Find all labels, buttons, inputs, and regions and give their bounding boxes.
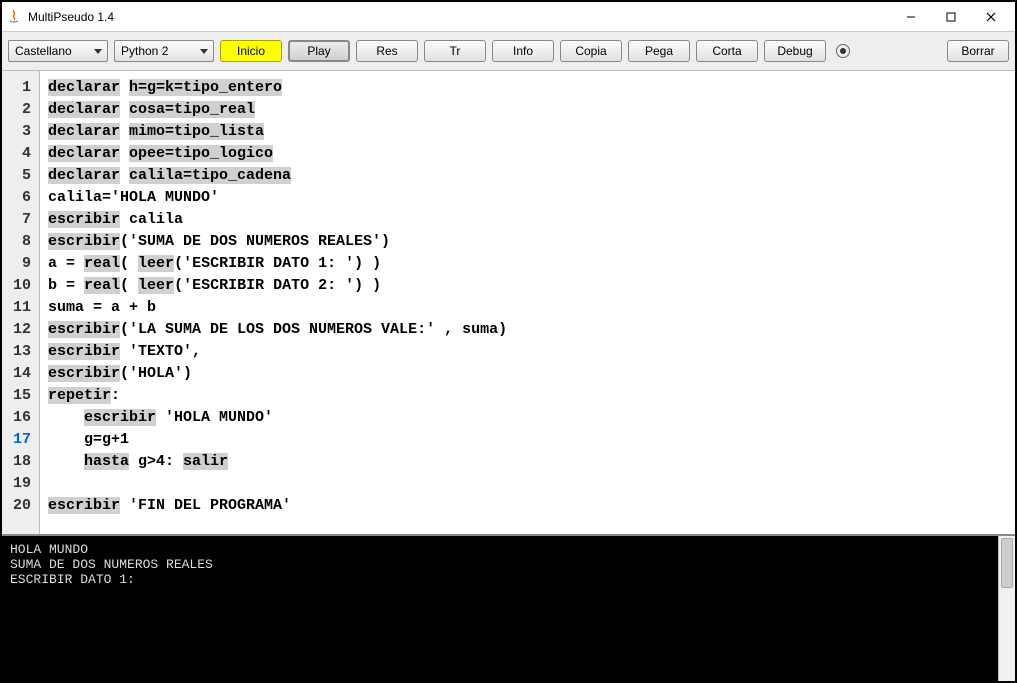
code-line[interactable]: declarar opee=tipo_logico [48,143,1007,165]
line-number: 18 [2,451,39,473]
code-line[interactable]: declarar calila=tipo_cadena [48,165,1007,187]
tr-button[interactable]: Tr [424,40,486,62]
python-dropdown[interactable]: Python 2 [114,40,214,62]
java-icon [6,9,22,25]
code-area[interactable]: declarar h=g=k=tipo_enterodeclarar cosa=… [40,71,1015,534]
line-number: 17 [2,429,39,451]
radio-indicator[interactable] [836,44,850,58]
window-title: MultiPseudo 1.4 [28,10,891,24]
minimize-button[interactable] [891,4,931,30]
code-line[interactable]: escribir 'FIN DEL PROGRAMA' [48,495,1007,517]
line-number: 8 [2,231,39,253]
line-number: 2 [2,99,39,121]
code-line[interactable]: escribir('HOLA') [48,363,1007,385]
pega-button[interactable]: Pega [628,40,690,62]
line-number: 16 [2,407,39,429]
debug-button[interactable]: Debug [764,40,826,62]
line-number: 13 [2,341,39,363]
language-dropdown-label: Castellano [15,44,72,58]
code-line[interactable]: escribir calila [48,209,1007,231]
line-number: 12 [2,319,39,341]
code-line[interactable]: declarar cosa=tipo_real [48,99,1007,121]
copia-button[interactable]: Copia [560,40,622,62]
line-number: 4 [2,143,39,165]
code-line[interactable]: g=g+1 [48,429,1007,451]
inicio-button[interactable]: Inicio [220,40,282,62]
line-number: 3 [2,121,39,143]
line-number: 5 [2,165,39,187]
line-number: 10 [2,275,39,297]
code-line[interactable]: escribir 'TEXTO', [48,341,1007,363]
line-number: 15 [2,385,39,407]
python-dropdown-label: Python 2 [121,44,168,58]
console-panel: HOLA MUNDO SUMA DE DOS NUMEROS REALES ES… [2,536,1015,681]
info-button[interactable]: Info [492,40,554,62]
code-line[interactable]: a = real( leer('ESCRIBIR DATO 1: ') ) [48,253,1007,275]
scroll-thumb[interactable] [1001,538,1013,588]
code-line[interactable]: escribir('LA SUMA DE LOS DOS NUMEROS VAL… [48,319,1007,341]
console-output[interactable]: HOLA MUNDO SUMA DE DOS NUMEROS REALES ES… [2,536,998,681]
line-number: 7 [2,209,39,231]
res-button[interactable]: Res [356,40,418,62]
code-line[interactable]: hasta g>4: salir [48,451,1007,473]
line-number: 1 [2,77,39,99]
line-number: 14 [2,363,39,385]
code-line[interactable]: escribir('SUMA DE DOS NUMEROS REALES') [48,231,1007,253]
line-number: 6 [2,187,39,209]
titlebar[interactable]: MultiPseudo 1.4 [2,2,1015,32]
code-line[interactable]: b = real( leer('ESCRIBIR DATO 2: ') ) [48,275,1007,297]
language-dropdown[interactable]: Castellano [8,40,108,62]
line-number: 9 [2,253,39,275]
code-line[interactable]: repetir: [48,385,1007,407]
line-number: 20 [2,495,39,517]
code-editor[interactable]: 1234567891011121314151617181920 declarar… [2,71,1015,536]
borrar-button[interactable]: Borrar [947,40,1009,62]
code-line[interactable]: suma = a + b [48,297,1007,319]
code-line[interactable]: declarar h=g=k=tipo_entero [48,77,1007,99]
console-scrollbar[interactable] [998,536,1015,681]
line-gutter: 1234567891011121314151617181920 [2,71,40,534]
corta-button[interactable]: Corta [696,40,758,62]
code-line[interactable] [48,473,1007,495]
code-line[interactable]: escribir 'HOLA MUNDO' [48,407,1007,429]
line-number: 19 [2,473,39,495]
close-button[interactable] [971,4,1011,30]
code-line[interactable]: calila='HOLA MUNDO' [48,187,1007,209]
code-line[interactable]: declarar mimo=tipo_lista [48,121,1007,143]
maximize-button[interactable] [931,4,971,30]
line-number: 11 [2,297,39,319]
toolbar: Castellano Python 2 Inicio Play Res Tr I… [2,32,1015,71]
play-button[interactable]: Play [288,40,350,62]
main-window: MultiPseudo 1.4 Castellano Python 2 Inic… [0,0,1017,683]
